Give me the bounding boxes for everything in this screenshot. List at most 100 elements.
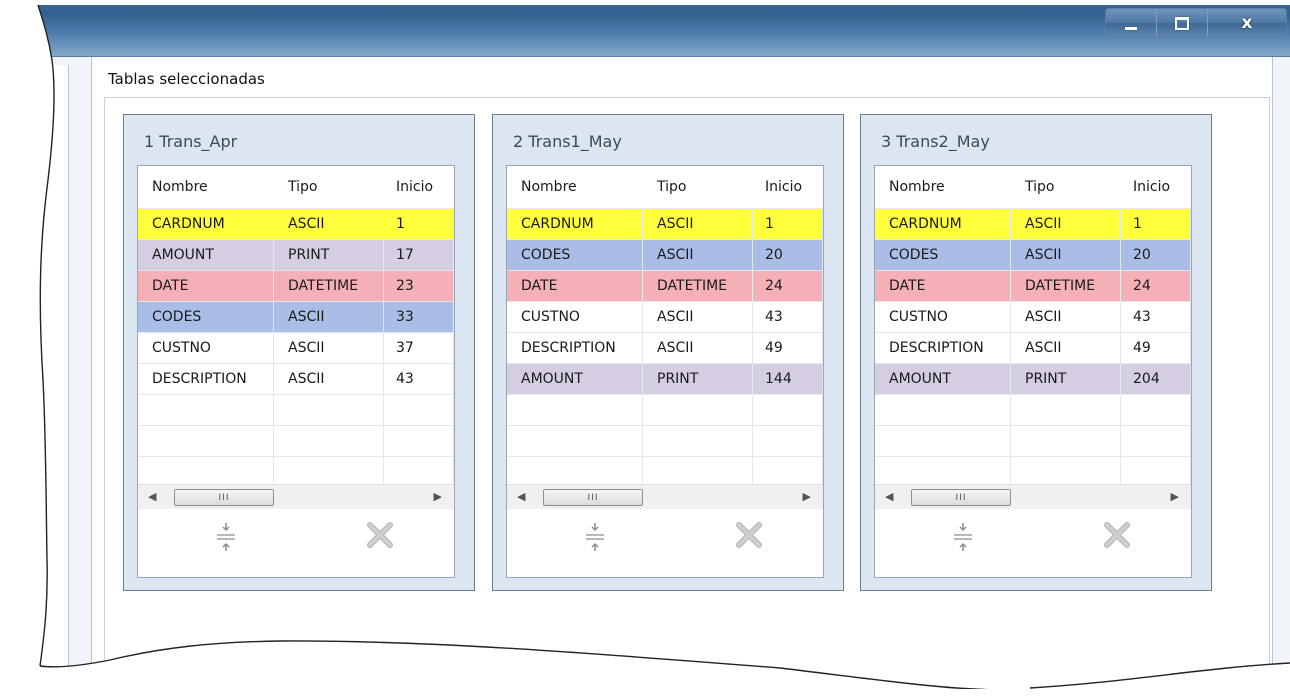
sort-arrows-icon[interactable]	[952, 521, 974, 553]
table-row[interactable]: CUSTNO ASCII 37	[138, 332, 454, 363]
scroll-right-arrow-icon[interactable]: ▶	[803, 490, 811, 503]
maximize-button[interactable]	[1157, 9, 1208, 37]
field-name: CARDNUM	[138, 209, 274, 239]
scroll-thumb[interactable]: III	[174, 489, 274, 506]
fields-grid: Nombre Tipo Inicio CARDNUM ASCII 1 AMOUNT PRINT…	[137, 165, 455, 511]
grid-header: Nombre Tipo Inicio	[507, 166, 823, 208]
table-row[interactable]: CODES ASCII 33	[138, 301, 454, 332]
empty-cell	[1011, 457, 1121, 487]
table-row[interactable]: DATE DATETIME 23	[138, 270, 454, 301]
sort-arrows-icon[interactable]	[584, 521, 606, 553]
scroll-left-arrow-icon[interactable]: ◀	[517, 490, 525, 503]
screenshot: x Tablas seleccionadas 1 Trans_Apr Nombre…	[0, 0, 1290, 689]
column-header-nombre[interactable]: Nombre	[507, 166, 643, 208]
column-header-tipo[interactable]: Tipo	[274, 166, 384, 208]
field-start: 49	[1121, 333, 1191, 363]
horizontal-scrollbar[interactable]: ◀ III ▶	[507, 484, 823, 509]
empty-row	[875, 394, 1191, 425]
right-border	[1272, 57, 1290, 697]
empty-cell	[753, 457, 823, 487]
grid-header: Nombre Tipo Inicio	[138, 166, 454, 208]
empty-cell	[507, 395, 643, 425]
left-splitter[interactable]	[69, 57, 92, 697]
table-row[interactable]: CODES ASCII 20	[875, 239, 1191, 270]
scroll-thumb[interactable]: III	[911, 489, 1011, 506]
sort-arrows-icon[interactable]	[215, 521, 237, 553]
minimize-button[interactable]	[1106, 9, 1157, 37]
empty-cell	[643, 426, 753, 456]
table-row[interactable]: CARDNUM ASCII 1	[138, 208, 454, 239]
field-type: PRINT	[274, 240, 384, 270]
field-type: ASCII	[274, 302, 384, 332]
field-name: CODES	[507, 240, 643, 270]
table-panel: 1 Trans_Apr Nombre Tipo Inicio CARDNUM ASCII 1…	[123, 114, 475, 591]
field-name: DESCRIPTION	[138, 364, 274, 394]
empty-cell	[875, 426, 1011, 456]
field-type: ASCII	[274, 209, 384, 239]
scroll-right-arrow-icon[interactable]: ▶	[434, 490, 442, 503]
empty-cell	[1011, 426, 1121, 456]
scroll-thumb[interactable]: III	[543, 489, 643, 506]
close-button[interactable]: x	[1208, 9, 1286, 37]
empty-cell	[384, 457, 454, 487]
empty-cell	[875, 395, 1011, 425]
table-row[interactable]: AMOUNT PRINT 17	[138, 239, 454, 270]
field-type: ASCII	[1011, 209, 1121, 239]
table-row[interactable]: DATE DATETIME 24	[507, 270, 823, 301]
empty-row	[507, 456, 823, 487]
field-name: CARDNUM	[507, 209, 643, 239]
empty-cell	[384, 426, 454, 456]
field-start: 20	[1121, 240, 1191, 270]
scroll-left-arrow-icon[interactable]: ◀	[885, 490, 893, 503]
delete-x-icon[interactable]	[366, 521, 394, 549]
empty-cell	[875, 457, 1011, 487]
table-row[interactable]: CARDNUM ASCII 1	[875, 208, 1191, 239]
field-type: ASCII	[643, 240, 753, 270]
delete-x-icon[interactable]	[1103, 521, 1131, 549]
field-start: 43	[384, 364, 454, 394]
field-start: 17	[384, 240, 454, 270]
fields-grid: Nombre Tipo Inicio CARDNUM ASCII 1 CODES ASCII 2…	[506, 165, 824, 511]
table-row[interactable]: CODES ASCII 20	[507, 239, 823, 270]
empty-cell	[274, 426, 384, 456]
scroll-left-arrow-icon[interactable]: ◀	[148, 490, 156, 503]
table-row[interactable]: AMOUNT PRINT 144	[507, 363, 823, 394]
field-start: 24	[753, 271, 823, 301]
field-type: DATETIME	[643, 271, 753, 301]
column-header-inicio[interactable]: Inicio	[384, 166, 454, 208]
horizontal-scrollbar[interactable]: ◀ III ▶	[138, 484, 454, 509]
table-row[interactable]: DESCRIPTION ASCII 43	[138, 363, 454, 394]
field-name: AMOUNT	[138, 240, 274, 270]
column-header-nombre[interactable]: Nombre	[875, 166, 1011, 208]
column-header-inicio[interactable]: Inicio	[753, 166, 823, 208]
grid-rows: CARDNUM ASCII 1 AMOUNT PRINT 17 DATE DATETIME 23…	[138, 208, 454, 487]
delete-x-icon[interactable]	[735, 521, 763, 549]
column-header-tipo[interactable]: Tipo	[643, 166, 753, 208]
table-row[interactable]: DESCRIPTION ASCII 49	[875, 332, 1191, 363]
table-row[interactable]: AMOUNT PRINT 204	[875, 363, 1191, 394]
table-row[interactable]: CUSTNO ASCII 43	[875, 301, 1191, 332]
column-header-inicio[interactable]: Inicio	[1121, 166, 1191, 208]
table-row[interactable]: CARDNUM ASCII 1	[507, 208, 823, 239]
empty-cell	[274, 395, 384, 425]
close-icon: x	[1241, 13, 1253, 33]
table-row[interactable]: DESCRIPTION ASCII 49	[507, 332, 823, 363]
scroll-right-arrow-icon[interactable]: ▶	[1171, 490, 1179, 503]
empty-cell	[274, 457, 384, 487]
table-row[interactable]: CUSTNO ASCII 43	[507, 301, 823, 332]
panel-title: 1 Trans_Apr	[144, 132, 238, 151]
field-start: 1	[1121, 209, 1191, 239]
maximize-icon	[1175, 17, 1189, 30]
scroll-thumb-grip: III	[218, 492, 230, 503]
left-pane	[0, 65, 69, 685]
empty-row	[875, 425, 1191, 456]
table-row[interactable]: DATE DATETIME 24	[875, 270, 1191, 301]
field-name: CODES	[138, 302, 274, 332]
field-start: 204	[1121, 364, 1191, 394]
section-label: Tablas seleccionadas	[108, 70, 265, 88]
field-start: 1	[753, 209, 823, 239]
empty-row	[138, 456, 454, 487]
column-header-tipo[interactable]: Tipo	[1011, 166, 1121, 208]
horizontal-scrollbar[interactable]: ◀ III ▶	[875, 484, 1191, 509]
column-header-nombre[interactable]: Nombre	[138, 166, 274, 208]
